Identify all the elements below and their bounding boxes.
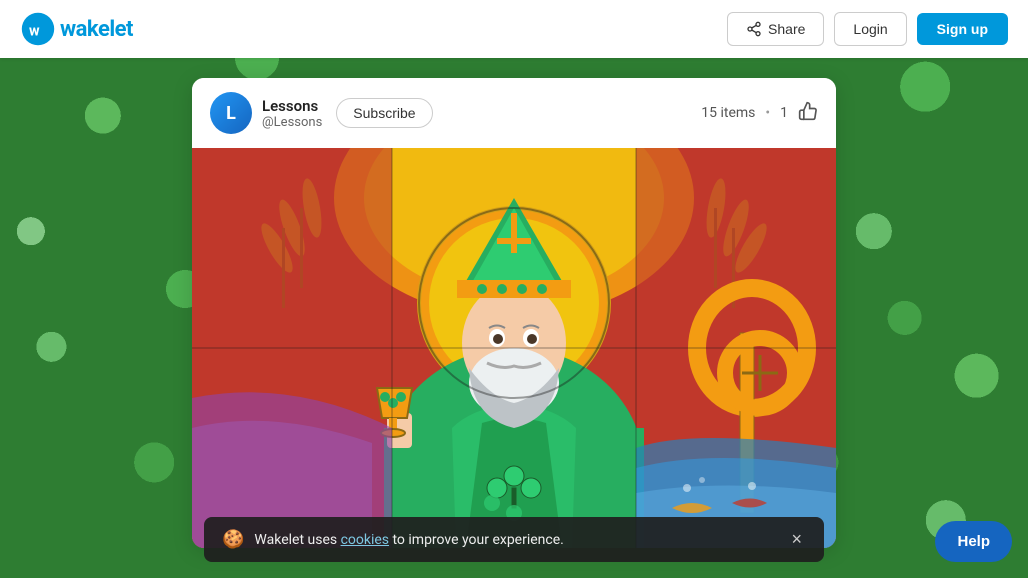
card-header: L Lessons @Lessons Subscribe 15 items • … bbox=[192, 78, 836, 148]
cookie-close-button[interactable]: × bbox=[787, 529, 806, 550]
items-count: 15 items bbox=[701, 105, 755, 121]
user-handle: @Lessons bbox=[262, 115, 322, 130]
svg-text:w: w bbox=[29, 22, 40, 39]
user-name: Lessons bbox=[262, 97, 322, 115]
meta-dot: • bbox=[765, 105, 770, 121]
share-label: Share bbox=[768, 21, 805, 37]
thumbs-up-icon[interactable] bbox=[798, 101, 818, 126]
signup-label: Sign up bbox=[937, 21, 988, 37]
subscribe-button[interactable]: Subscribe bbox=[336, 98, 432, 128]
navbar: w wakelet Share Login Sign up bbox=[0, 0, 1028, 58]
user-info: Lessons @Lessons bbox=[262, 97, 322, 130]
nav-right: Share Login Sign up bbox=[727, 12, 1008, 46]
signup-button[interactable]: Sign up bbox=[917, 13, 1008, 45]
login-button[interactable]: Login bbox=[834, 12, 906, 46]
like-count: 1 bbox=[780, 105, 788, 121]
share-icon bbox=[746, 21, 762, 37]
logo-text: wakelet bbox=[60, 17, 133, 42]
cookie-banner: 🍪 Wakelet uses cookies to improve your e… bbox=[204, 517, 824, 562]
stained-glass-artwork bbox=[192, 148, 836, 548]
logo[interactable]: w wakelet bbox=[20, 11, 133, 47]
wakelet-logo-icon: w bbox=[20, 11, 56, 47]
card-image bbox=[192, 148, 836, 548]
cookie-icon: 🍪 bbox=[222, 529, 244, 550]
share-button[interactable]: Share bbox=[727, 12, 824, 46]
cookie-text: Wakelet uses cookies to improve your exp… bbox=[254, 532, 777, 548]
avatar: L bbox=[210, 92, 252, 134]
cookies-link[interactable]: cookies bbox=[341, 532, 389, 548]
login-label: Login bbox=[853, 21, 887, 37]
card-meta: 15 items • 1 bbox=[701, 101, 818, 126]
help-button[interactable]: Help bbox=[935, 521, 1012, 562]
main-card: L Lessons @Lessons Subscribe 15 items • … bbox=[192, 78, 836, 548]
